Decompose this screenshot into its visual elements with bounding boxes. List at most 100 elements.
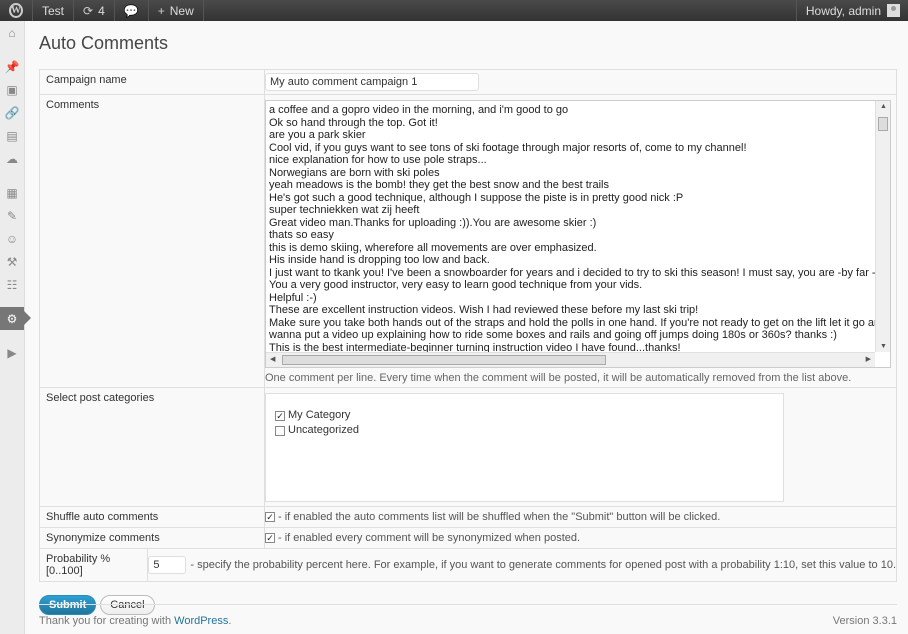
categories-row: Select post categories ✓ My Category Unc… (40, 388, 896, 507)
footer-thanks: Thank you for creating with WordPress. (39, 615, 231, 627)
category-label: Uncategorized (288, 424, 359, 436)
appearance-icon[interactable]: ▦ (0, 181, 24, 204)
account-menu[interactable]: Howdy, admin (795, 0, 908, 21)
category-checkbox[interactable]: ✓ (275, 410, 285, 421)
comment-line: super techniekken wat zij heeft (269, 204, 420, 216)
shuffle-description: - if enabled the auto comments list will… (278, 511, 721, 523)
comment-line: Ok so hand through the top. Got it! (269, 116, 438, 129)
comments-icon[interactable]: ☁ (0, 147, 24, 170)
tools-icon[interactable]: ⚒ (0, 250, 24, 273)
admin-bar: W Test ⟳ 4 💬 + New Howdy, admin (0, 0, 908, 21)
category-item[interactable]: Uncategorized (275, 423, 783, 438)
vertical-scroll-thumb[interactable] (878, 117, 888, 131)
probability-input[interactable] (148, 556, 187, 574)
site-name-link[interactable]: Test (33, 0, 75, 21)
footer-period: . (228, 615, 232, 627)
scroll-up-icon[interactable]: ▲ (880, 103, 887, 110)
shuffle-row: Shuffle auto comments ✓ - if enabled the… (40, 507, 896, 528)
probability-row: Probability % [0..100] - specify the pro… (40, 549, 896, 581)
menu-separator (0, 296, 24, 307)
wordpress-menu[interactable]: W (0, 0, 33, 21)
page-title: Auto Comments (39, 33, 169, 53)
synonymize-description: - if enabled every comment will be synon… (278, 532, 581, 544)
comment-bubble-icon: 💬 (123, 3, 139, 18)
comments-textarea[interactable]: a coffee and a gopro video in the mornin… (265, 100, 891, 368)
auto-comments-icon[interactable]: ⚙ (0, 307, 31, 330)
settings-form: Campaign name Comments a coffee and a go… (39, 69, 897, 582)
comment-line: yeah meadows is the bomb! they get the b… (269, 179, 609, 191)
plugins-icon[interactable]: ✎ (0, 204, 24, 227)
site-name: Test (42, 3, 65, 18)
posts-icon[interactable]: 📌 (0, 55, 24, 78)
menu-separator (0, 44, 24, 55)
probability-description: - specify the probability percent here. … (190, 559, 896, 571)
dashboard-icon[interactable]: ⌂ (0, 21, 24, 44)
comment-line: this is demo skiing, wherefore all movem… (269, 241, 597, 254)
wordpress-logo-icon: W (9, 3, 23, 18)
collapse-icon[interactable]: ▶ (0, 341, 24, 364)
new-content-link[interactable]: + New (149, 0, 204, 21)
comment-line: nice explanation for how to use pole str… (269, 154, 487, 166)
categories-label: Select post categories (40, 388, 265, 506)
vertical-scrollbar[interactable]: ▲ ▼ (875, 101, 890, 352)
category-checkbox[interactable] (275, 425, 285, 436)
campaign-name-input[interactable] (265, 73, 479, 91)
menu-separator (0, 330, 24, 341)
pages-icon[interactable]: ▤ (0, 124, 24, 147)
synonymize-row: Synonymize comments ✓ - if enabled every… (40, 528, 896, 549)
settings-icon[interactable]: ☷ (0, 273, 24, 296)
comment-line: His inside hand is dropping too low and … (269, 254, 490, 266)
synonymize-checkbox[interactable]: ✓ (265, 533, 275, 543)
comment-line: a coffee and a gopro video in the mornin… (269, 104, 569, 116)
admin-menu: ⌂ 📌 ▣ 🔗 ▤ ☁ ▦ ✎ ☺ ⚒ ☷ ⚙ ▶ (0, 21, 31, 634)
comment-line: Great video man.Thanks for uploading :))… (269, 216, 597, 229)
comments-link[interactable]: 💬 (115, 0, 149, 21)
probability-label: Probability % [0..100] (40, 549, 149, 581)
scroll-right-icon[interactable]: ▶ (866, 355, 871, 363)
comments-row: Comments a coffee and a gopro video in t… (40, 95, 896, 388)
comment-line: Norwegians are born with ski poles (269, 166, 440, 179)
plus-icon: + (157, 3, 165, 18)
comment-line: Cool vid, if you guys want to see tons o… (269, 141, 747, 154)
scroll-down-icon[interactable]: ▼ (880, 343, 887, 350)
categories-box: ✓ My Category Uncategorized (265, 393, 784, 502)
shuffle-label: Shuffle auto comments (40, 507, 265, 527)
updates-icon: ⟳ (83, 3, 94, 18)
horizontal-scroll-thumb[interactable] (282, 355, 606, 365)
main-content: Auto Comments Campaign name Comments a c… (39, 21, 897, 615)
horizontal-scrollbar[interactable]: ◀ ▶ (266, 352, 875, 367)
updates-count: 4 (98, 3, 105, 18)
shuffle-checkbox[interactable]: ✓ (265, 512, 275, 522)
comment-line: thats so easy (269, 229, 334, 241)
comment-line: are you a park skier (269, 129, 366, 141)
synonymize-label: Synonymize comments (40, 528, 265, 548)
comments-lines: a coffee and a gopro video in the mornin… (266, 104, 875, 352)
comment-line: Helpful :-) (269, 291, 317, 304)
updates-link[interactable]: ⟳ 4 (74, 0, 115, 21)
footer-thanks-text: Thank you for creating with (39, 615, 172, 627)
campaign-row: Campaign name (40, 70, 896, 95)
comment-line: This is the best intermediate-beginner t… (269, 341, 681, 353)
howdy-text: Howdy, admin (805, 3, 881, 18)
comment-line: These are excellent instruction videos. … (269, 304, 699, 316)
scroll-left-icon[interactable]: ◀ (270, 355, 275, 363)
users-icon[interactable]: ☺ (0, 227, 24, 250)
comments-help: One comment per line. Every time when th… (265, 372, 852, 384)
comment-line: You a very good instructor, very easy to… (269, 279, 643, 291)
comment-line: wanna put a video up explaining how to r… (269, 329, 837, 341)
category-item[interactable]: ✓ My Category (275, 408, 783, 423)
new-label: New (169, 3, 194, 18)
comments-label: Comments (40, 95, 265, 387)
avatar (887, 4, 900, 17)
footer-version: Version 3.3.1 (832, 615, 897, 627)
comment-line: He's got such a good technique, although… (269, 191, 684, 204)
category-label: My Category (288, 409, 351, 421)
media-icon[interactable]: ▣ (0, 78, 24, 101)
comment-line: Make sure you take both hands out of the… (269, 316, 875, 329)
comment-line: I just want to tkank you! I've been a sn… (269, 266, 875, 279)
menu-separator (0, 170, 24, 181)
footer: Thank you for creating with WordPress. V… (39, 604, 897, 627)
wordpress-link[interactable]: WordPress (174, 615, 228, 627)
links-icon[interactable]: 🔗 (0, 101, 24, 124)
campaign-label: Campaign name (40, 70, 265, 94)
